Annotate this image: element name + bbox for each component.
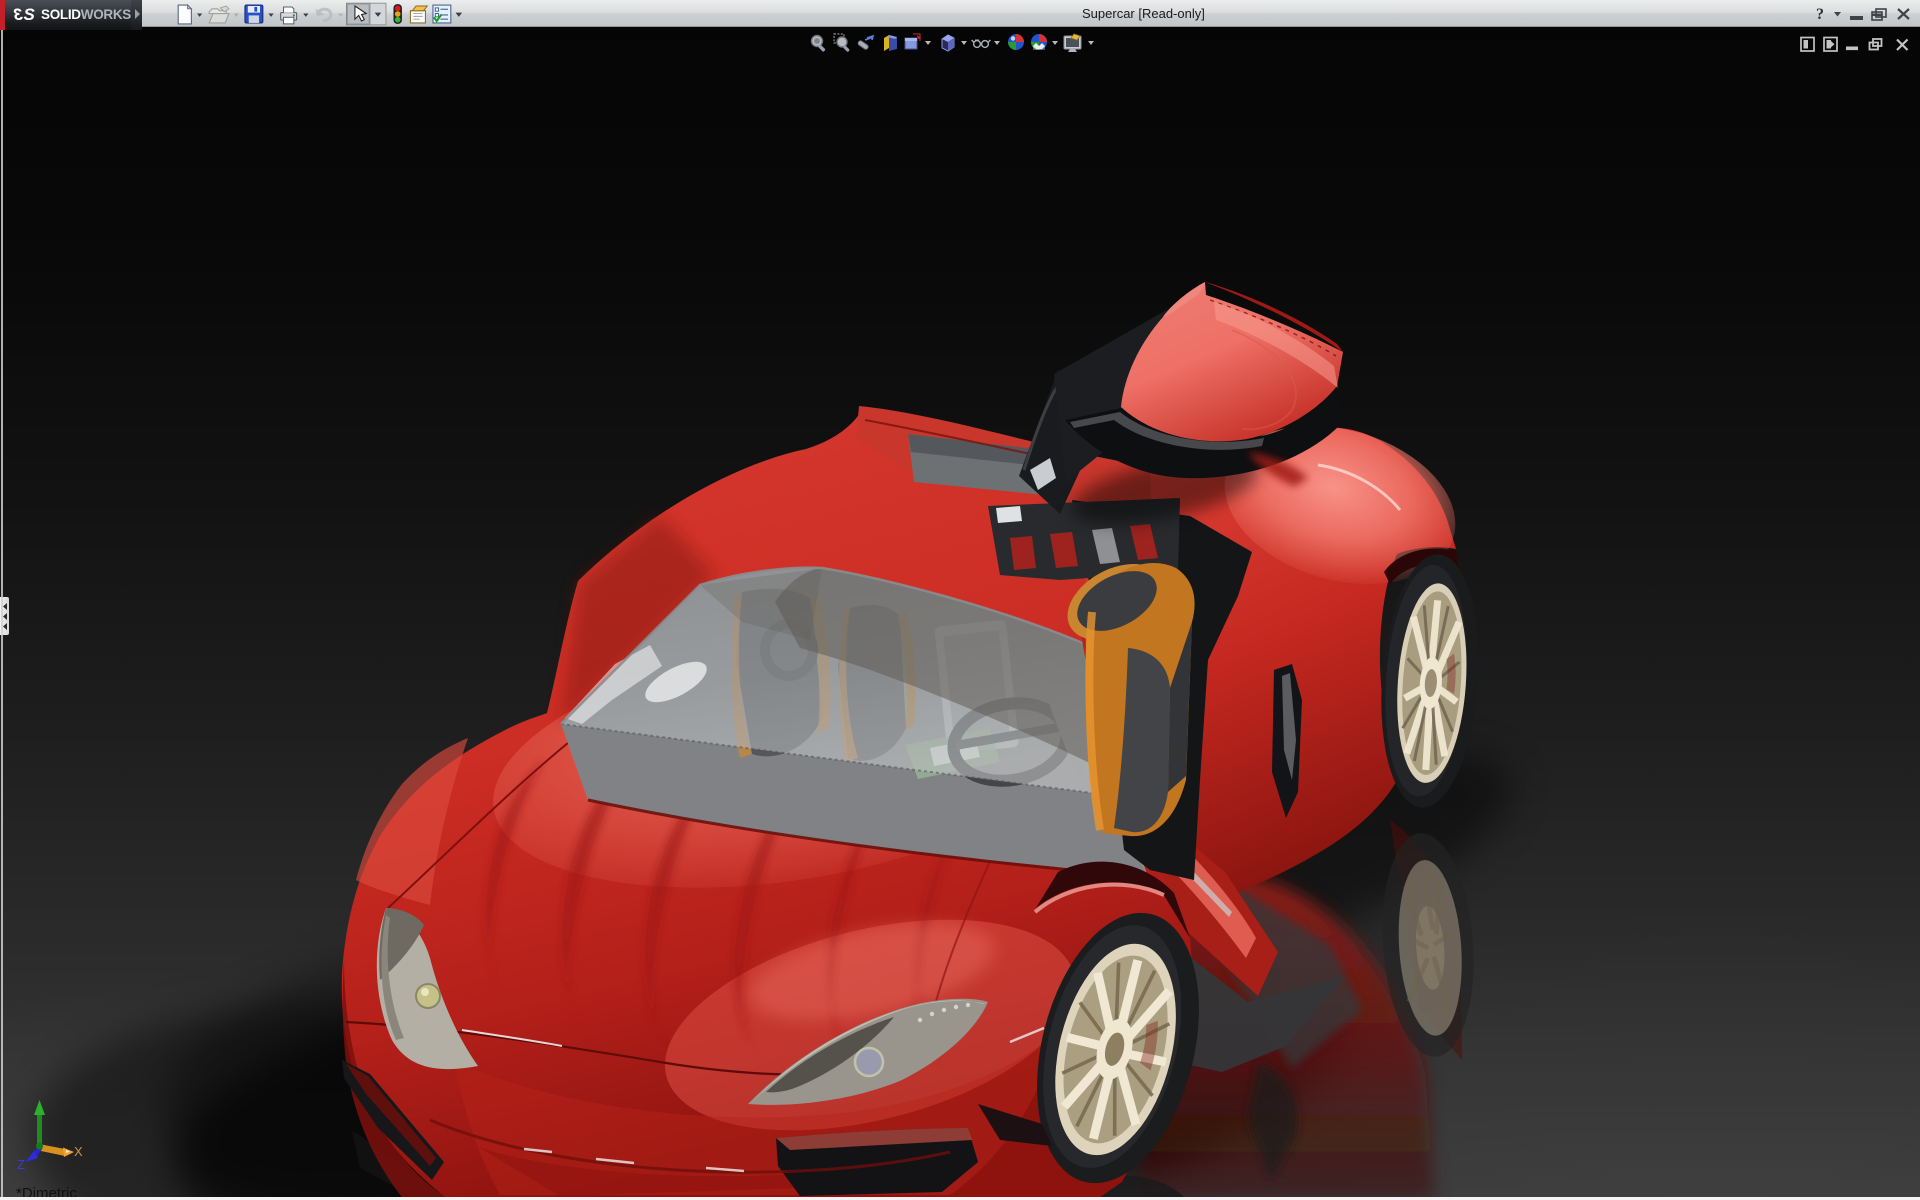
svg-text:X: X bbox=[74, 1144, 83, 1159]
svg-text:Z: Z bbox=[17, 1157, 25, 1172]
svg-text:?: ? bbox=[1816, 6, 1824, 23]
svg-text:SOLIDWORKS: SOLIDWORKS bbox=[41, 7, 131, 22]
svg-text:S: S bbox=[24, 5, 36, 24]
svg-text:3: 3 bbox=[13, 5, 23, 24]
